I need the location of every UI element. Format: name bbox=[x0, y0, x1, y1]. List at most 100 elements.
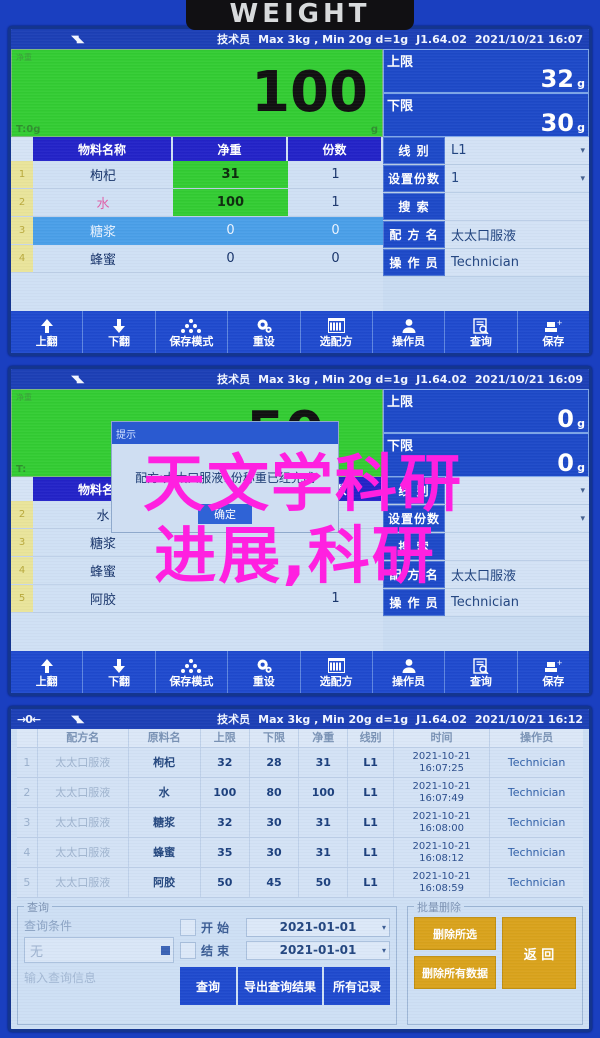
field-operator[interactable]: 操 作 员 Technician bbox=[383, 249, 589, 277]
cell-formula: 太太口服液 bbox=[37, 808, 129, 838]
table-row[interactable]: 1 枸杞 31 1 bbox=[11, 161, 383, 189]
field-search-label: 搜 索 bbox=[383, 533, 445, 560]
lower-limit-label: 下限 bbox=[387, 99, 414, 114]
cell-lower: 30 bbox=[249, 838, 300, 868]
button-select-formula[interactable]: 选配方 bbox=[300, 311, 373, 353]
delete-selected-button[interactable]: 删除所选 bbox=[414, 917, 496, 950]
button-query[interactable]: 查询 bbox=[445, 651, 518, 693]
cell-lower: 45 bbox=[249, 868, 300, 898]
cell-material: 糖浆 bbox=[128, 808, 201, 838]
upper-limit-box: 上限 32 g bbox=[383, 49, 589, 93]
table-row[interactable]: 3 糖浆 0 0 bbox=[11, 217, 383, 245]
back-button[interactable]: 返 回 bbox=[502, 917, 576, 989]
batch-delete-legend: 批量删除 bbox=[414, 899, 464, 915]
field-formula[interactable]: 配 方 名 太太口服液 bbox=[383, 561, 589, 589]
field-portions-value[interactable] bbox=[445, 505, 589, 532]
field-search-input[interactable] bbox=[445, 533, 589, 560]
button-operator[interactable]: 操作员 bbox=[372, 311, 446, 353]
cell-material: 水 bbox=[33, 189, 173, 217]
query-condition-select[interactable]: 无 bbox=[24, 937, 174, 963]
table-row[interactable]: 4 蜂蜜 0 0 bbox=[11, 245, 383, 273]
table-row[interactable]: 1 太太口服液 枸杞 32 28 31 L1 2021-10-21 16:07:… bbox=[17, 748, 583, 778]
table-row[interactable]: 3 糖浆 bbox=[11, 529, 383, 557]
weight-plaque-label: WEIGHT bbox=[229, 0, 371, 29]
operator-role-label: 技术员 bbox=[217, 33, 251, 46]
table-row[interactable]: 2 水 100 1 bbox=[11, 189, 383, 217]
field-line-value[interactable]: L1 bbox=[445, 137, 589, 164]
table-row[interactable]: 3 太太口服液 糖浆 32 30 31 L1 2021-10-21 16:08:… bbox=[17, 808, 583, 838]
field-search[interactable]: 搜 索 bbox=[383, 193, 589, 221]
cell-material: 阿胶 bbox=[128, 868, 201, 898]
table-row[interactable]: 5 阿胶 1 bbox=[11, 585, 383, 613]
field-search[interactable]: 搜 索 bbox=[383, 533, 589, 561]
button-reset[interactable]: 重设 bbox=[228, 651, 301, 693]
button-page-up[interactable]: 上翻 bbox=[11, 651, 84, 693]
cell-material: 糖浆 bbox=[33, 529, 173, 557]
button-save-mode[interactable]: 保存模式 bbox=[155, 651, 229, 693]
cell-clock: 16:08:59 bbox=[419, 882, 465, 894]
field-formula-value[interactable]: 太太口服液 bbox=[445, 561, 589, 588]
end-date-picker[interactable]: 2021-01-01 bbox=[246, 940, 390, 960]
field-formula-label: 配 方 名 bbox=[383, 221, 445, 248]
button-page-up[interactable]: 上翻 bbox=[11, 311, 84, 353]
dialog-message: 配方:太太口服液1份称重已经完成 bbox=[135, 471, 315, 485]
user-icon bbox=[401, 656, 417, 675]
button-save[interactable]: + 保存 bbox=[517, 651, 589, 693]
toolbar-2: 上翻 下翻 保存模式 重设 选配方 操作员 查询 + 保存 bbox=[11, 651, 589, 693]
statusbar-3: →0← ◥◣ 技术员 Max 3kg , Min 20g d=1g J1.64.… bbox=[11, 709, 589, 729]
statusbar-1: ◥◣ 技术员 Max 3kg , Min 20g d=1g J1.64.02 2… bbox=[11, 29, 589, 49]
lower-limit-value: 30 bbox=[540, 109, 574, 137]
table-row[interactable]: 4 太太口服液 蜂蜜 35 30 31 L1 2021-10-21 16:08:… bbox=[17, 838, 583, 868]
button-reset[interactable]: 重设 bbox=[228, 311, 301, 353]
row-index: 4 bbox=[11, 557, 33, 585]
button-save-mode[interactable]: 保存模式 bbox=[155, 311, 229, 353]
signal-icon: ◥◣ bbox=[71, 33, 84, 45]
panel-records: →0← ◥◣ 技术员 Max 3kg , Min 20g d=1g J1.64.… bbox=[8, 706, 592, 1032]
export-button[interactable]: 导出查询结果 bbox=[238, 967, 322, 1005]
user-icon bbox=[401, 316, 417, 335]
dropdown-button-icon[interactable] bbox=[161, 945, 170, 955]
button-select-formula[interactable]: 选配方 bbox=[300, 651, 373, 693]
lower-limit-label: 下限 bbox=[387, 439, 414, 454]
all-records-button[interactable]: 所有记录 bbox=[324, 967, 390, 1005]
button-query[interactable]: 查询 bbox=[445, 311, 518, 353]
end-date-checkbox[interactable] bbox=[180, 941, 196, 959]
stack-icon bbox=[181, 656, 202, 675]
field-line[interactable]: 线 别 bbox=[383, 477, 589, 505]
field-portions[interactable]: 设置份数 bbox=[383, 505, 589, 533]
gear-icon bbox=[255, 316, 272, 335]
query-input-placeholder[interactable]: 输入查询信息 bbox=[24, 969, 174, 986]
field-line[interactable]: 线 别 L1 bbox=[383, 137, 589, 165]
cell-net: 31 bbox=[299, 808, 349, 838]
button-save[interactable]: + 保存 bbox=[517, 311, 589, 353]
table-row[interactable]: 4 蜂蜜 bbox=[11, 557, 383, 585]
field-line-value[interactable] bbox=[445, 477, 589, 504]
dialog-ok-button[interactable]: 确定 bbox=[198, 504, 252, 524]
row-index: 4 bbox=[11, 245, 33, 273]
screen-2: ◥◣ 技术员 Max 3kg , Min 20g d=1g J1.64.02 2… bbox=[11, 369, 589, 693]
cell-formula: 太太口服液 bbox=[37, 778, 129, 808]
net-weight-label: 净重 bbox=[16, 53, 32, 62]
button-page-down[interactable]: 下翻 bbox=[83, 311, 156, 353]
records-table: 配方名 原料名 上限 下限 净重 线别 时间 操作员 1 太太口服液 枸杞 32 bbox=[17, 729, 583, 898]
field-formula-value[interactable]: 太太口服液 bbox=[445, 221, 589, 248]
field-formula[interactable]: 配 方 名 太太口服液 bbox=[383, 221, 589, 249]
field-operator-value[interactable]: Technician bbox=[445, 249, 589, 276]
query-button[interactable]: 查询 bbox=[180, 967, 236, 1005]
field-operator[interactable]: 操 作 员 Technician bbox=[383, 589, 589, 617]
field-operator-value[interactable]: Technician bbox=[445, 589, 589, 616]
field-search-input[interactable] bbox=[445, 193, 589, 220]
start-date-checkbox[interactable] bbox=[180, 918, 196, 936]
field-portions-value[interactable]: 1 bbox=[445, 165, 589, 192]
zero-indicator-icon: →0← bbox=[17, 712, 41, 726]
cell-qty bbox=[288, 529, 383, 557]
table-row[interactable]: 2 太太口服液 水 100 80 100 L1 2021-10-21 16:07… bbox=[17, 778, 583, 808]
query-date-group: 开 始 2021-01-01 结 束 2021-01-01 查询 导出查询结果 bbox=[180, 917, 390, 1018]
cell-date: 2021-10-21 bbox=[412, 780, 471, 792]
button-operator[interactable]: 操作员 bbox=[372, 651, 446, 693]
table-row[interactable]: 5 太太口服液 阿胶 50 45 50 L1 2021-10-21 16:08:… bbox=[17, 868, 583, 898]
start-date-picker[interactable]: 2021-01-01 bbox=[246, 917, 390, 937]
field-portions[interactable]: 设置份数 1 bbox=[383, 165, 589, 193]
button-page-down[interactable]: 下翻 bbox=[83, 651, 156, 693]
delete-all-button[interactable]: 删除所有数据 bbox=[414, 956, 496, 989]
